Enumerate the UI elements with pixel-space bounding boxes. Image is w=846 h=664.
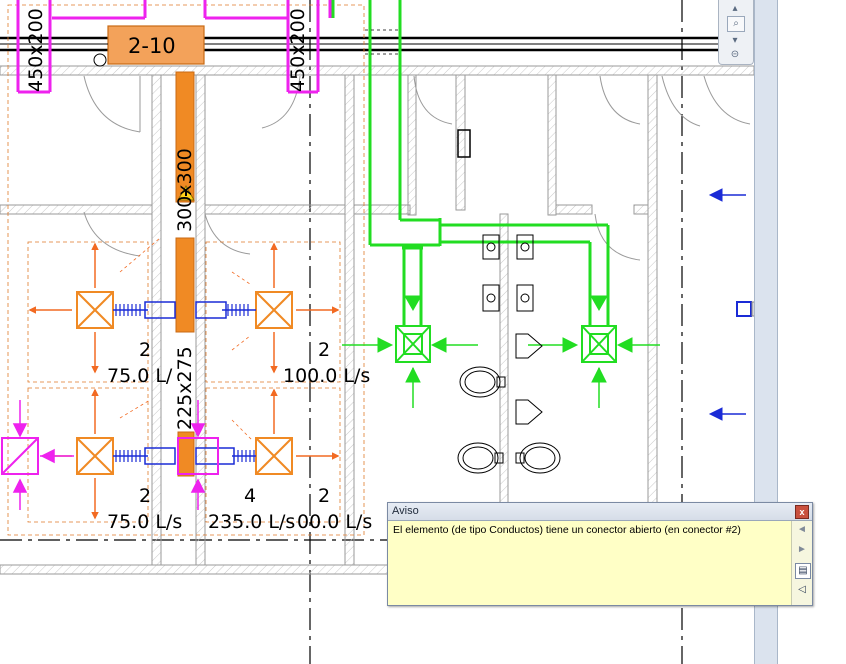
- diffuser-flow: 235.0 L/s: [208, 511, 296, 533]
- diffuser-count: 2: [139, 485, 152, 507]
- next-warning-button[interactable]: ►: [795, 543, 809, 557]
- plumbing-fixtures: [457, 129, 561, 474]
- duct-tag-right: 450x200: [287, 8, 309, 92]
- close-button[interactable]: x: [795, 505, 809, 519]
- equipment-tag: 2-10: [128, 34, 176, 58]
- nav-up-button[interactable]: ▴: [727, 2, 743, 16]
- warning-dialog-title: Aviso: [392, 505, 419, 517]
- diffuser-flow: 75.0 L/: [107, 365, 173, 387]
- zoom-icon[interactable]: ⌕: [727, 16, 745, 32]
- diffuser-flow: 00.0 L/s: [297, 511, 373, 533]
- warning-dialog-titlebar[interactable]: Aviso x: [388, 503, 812, 521]
- warning-dialog-toolbar: ◄ ► ▤ ◁: [791, 521, 812, 605]
- sound-icon[interactable]: ◁: [795, 583, 809, 597]
- previous-warning-button[interactable]: ◄: [795, 523, 809, 537]
- nav-down-button[interactable]: ▾: [727, 34, 743, 48]
- warning-message: El elemento (de tipo Conductos) tiene un…: [393, 524, 741, 536]
- navigation-bar[interactable]: ▴ ⌕ ▾ ⊝: [718, 0, 754, 65]
- duct-tag-main-lower: 225x275: [174, 346, 196, 430]
- diffuser-count: 2: [318, 339, 331, 361]
- diffuser-flow: 100.0 L/s: [283, 365, 371, 387]
- details-button[interactable]: ▤: [795, 563, 811, 579]
- diffuser-count: 4: [244, 485, 257, 507]
- diffuser-flow: 75.0 L/s: [107, 511, 183, 533]
- duct-tag-main-upper: 300x300: [174, 148, 196, 232]
- nav-options-icon[interactable]: ⊝: [727, 48, 743, 62]
- diffuser-count: 2: [139, 339, 152, 361]
- warning-dialog[interactable]: Aviso x El elemento (de tipo Conductos) …: [387, 502, 813, 606]
- duct-tag-left: 450x200: [25, 8, 47, 92]
- diffuser-count: 2: [318, 485, 331, 507]
